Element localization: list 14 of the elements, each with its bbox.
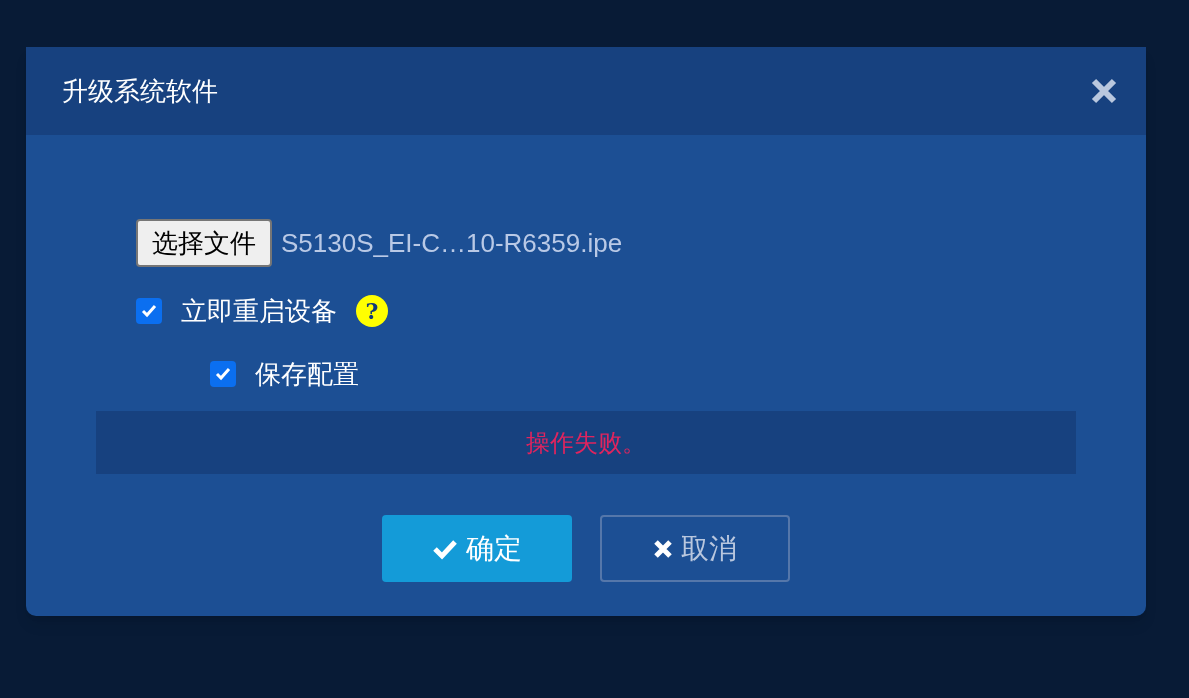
- help-icon[interactable]: ?: [356, 295, 388, 327]
- close-icon: [653, 538, 673, 559]
- file-name: S5130S_EI-C…10-R6359.ipe: [281, 226, 623, 260]
- choose-file-button[interactable]: 选择文件: [136, 219, 272, 267]
- option-label: 立即重启设备: [181, 298, 337, 324]
- option-label: 保存配置: [255, 361, 359, 387]
- checkbox[interactable]: [136, 298, 162, 324]
- checkmark-icon: [215, 367, 231, 381]
- cancel-button[interactable]: 取消: [600, 515, 790, 582]
- close-icon[interactable]: [1090, 77, 1118, 105]
- checkbox[interactable]: [210, 361, 236, 387]
- dialog-title: 升级系统软件: [62, 74, 218, 108]
- error-message: 操作失败。: [526, 427, 646, 458]
- checkmark-icon: [141, 304, 157, 318]
